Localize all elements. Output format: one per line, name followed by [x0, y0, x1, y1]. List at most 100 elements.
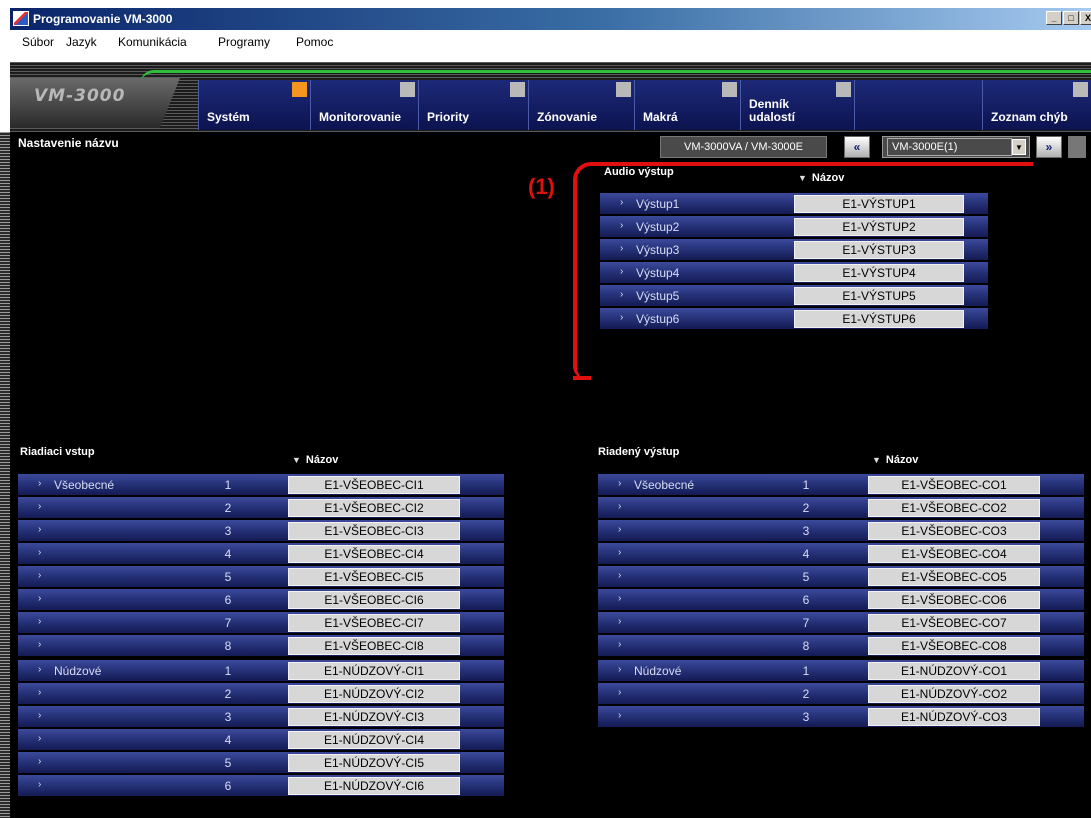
control-input-row[interactable]: › Všeobecné 1 E1-VŠEOBEC-CI1	[18, 474, 504, 495]
name-field[interactable]: E1-VŠEOBEC-CI4	[288, 545, 460, 563]
name-field[interactable]: E1-NÚDZOVÝ-CO2	[868, 685, 1040, 703]
control-output-row[interactable]: › 7 E1-VŠEOBEC-CO7	[598, 612, 1084, 633]
name-field[interactable]: E1-VŠEOBEC-CO1	[868, 476, 1040, 494]
tab-event-log[interactable]: Denník udalostí	[740, 80, 854, 130]
name-field[interactable]: E1-VŠEOBEC-CI6	[288, 591, 460, 609]
control-output-row[interactable]: › 8 E1-VŠEOBEC-CO8	[598, 635, 1084, 656]
control-output-row[interactable]: › 3 E1-VŠEOBEC-CO3	[598, 520, 1084, 541]
control-output-name-header[interactable]: ▼ Názov	[872, 454, 918, 466]
tab-indicator-icon	[836, 82, 851, 97]
name-field[interactable]: E1-VŠEOBEC-CI3	[288, 522, 460, 540]
control-input-row[interactable]: › 4 E1-VŠEOBEC-CI4	[18, 543, 504, 564]
title-bar: Programovanie VM-3000 _ □ X	[10, 8, 1091, 30]
tab-indicator-icon	[722, 82, 737, 97]
control-output-row[interactable]: › 2 E1-VŠEOBEC-CO2	[598, 497, 1084, 518]
row-label: Núdzové	[634, 664, 682, 678]
row-number: 3	[802, 710, 810, 724]
control-output-row[interactable]: › Núdzové 1 E1-NÚDZOVÝ-CO1	[598, 660, 1084, 681]
row-number: 3	[224, 710, 232, 724]
close-button[interactable]: X	[1080, 11, 1091, 25]
name-field[interactable]: E1-VŠEOBEC-CO8	[868, 637, 1040, 655]
tab-system[interactable]: Systém	[198, 80, 310, 130]
control-input-row[interactable]: › 7 E1-VŠEOBEC-CI7	[18, 612, 504, 633]
control-output-row[interactable]: › 6 E1-VŠEOBEC-CO6	[598, 589, 1084, 610]
name-field[interactable]: E1-NÚDZOVÝ-CI4	[288, 731, 460, 749]
chevron-down-icon[interactable]: ▼	[1012, 139, 1026, 155]
name-field[interactable]: E1-NÚDZOVÝ-CI5	[288, 754, 460, 772]
name-field[interactable]: E1-NÚDZOVÝ-CI6	[288, 777, 460, 795]
control-input-row[interactable]: › 8 E1-VŠEOBEC-CI8	[18, 635, 504, 656]
control-input-row[interactable]: › 6 E1-NÚDZOVÝ-CI6	[18, 775, 504, 796]
row-number: 4	[224, 547, 232, 561]
name-field[interactable]: E1-VŠEOBEC-CO2	[868, 499, 1040, 517]
control-input-row[interactable]: › 3 E1-NÚDZOVÝ-CI3	[18, 706, 504, 727]
chevron-right-icon: ›	[38, 664, 42, 675]
row-number: 4	[802, 547, 810, 561]
model-button[interactable]: VM-3000VA / VM-3000E	[660, 136, 827, 158]
chevron-right-icon: ›	[38, 616, 42, 627]
tab-priority[interactable]: Priority	[418, 80, 528, 130]
control-output-row[interactable]: › 3 E1-NÚDZOVÝ-CO3	[598, 706, 1084, 727]
control-output-row[interactable]: › 2 E1-NÚDZOVÝ-CO2	[598, 683, 1084, 704]
row-number: 5	[224, 570, 232, 584]
control-input-row[interactable]: › 6 E1-VŠEOBEC-CI6	[18, 589, 504, 610]
control-input-row[interactable]: › Núdzové 1 E1-NÚDZOVÝ-CI1	[18, 660, 504, 681]
chevron-right-icon: ›	[38, 501, 42, 512]
prev-unit-button[interactable]: «	[844, 136, 870, 158]
control-output-row[interactable]: › 5 E1-VŠEOBEC-CO5	[598, 566, 1084, 587]
menu-programs[interactable]: Programy	[218, 35, 270, 49]
name-field[interactable]: E1-VŠEOBEC-CO5	[868, 568, 1040, 586]
control-input-row[interactable]: › 3 E1-VŠEOBEC-CI3	[18, 520, 504, 541]
menu-communication[interactable]: Komunikácia	[118, 35, 187, 49]
annotation-bracket-bottom	[573, 368, 591, 380]
row-number: 2	[802, 501, 810, 515]
tab-indicator-icon	[1073, 82, 1088, 97]
control-input-row[interactable]: › 5 E1-VŠEOBEC-CI5	[18, 566, 504, 587]
chevron-right-icon: ›	[38, 478, 42, 489]
name-field[interactable]: E1-VŠEOBEC-CI5	[288, 568, 460, 586]
name-field[interactable]: E1-VŠEOBEC-CI7	[288, 614, 460, 632]
row-number: 6	[224, 593, 232, 607]
control-input-row[interactable]: › 2 E1-VŠEOBEC-CI2	[18, 497, 504, 518]
tab-monitoring[interactable]: Monitorovanie	[310, 80, 418, 130]
name-field[interactable]: E1-VŠEOBEC-CO7	[868, 614, 1040, 632]
name-field[interactable]: E1-NÚDZOVÝ-CI2	[288, 685, 460, 703]
row-label: Všeobecné	[634, 478, 695, 492]
name-field[interactable]: E1-NÚDZOVÝ-CO1	[868, 662, 1040, 680]
control-input-row[interactable]: › 5 E1-NÚDZOVÝ-CI5	[18, 752, 504, 773]
control-input-row[interactable]: › 4 E1-NÚDZOVÝ-CI4	[18, 729, 504, 750]
name-field[interactable]: E1-VŠEOBEC-CO3	[868, 522, 1040, 540]
chevron-right-icon: ›	[38, 593, 42, 604]
maximize-button[interactable]: □	[1063, 11, 1079, 25]
control-output-row[interactable]: › Všeobecné 1 E1-VŠEOBEC-CO1	[598, 474, 1084, 495]
tab-indicator-icon	[400, 82, 415, 97]
tab-indicator-icon	[292, 82, 307, 97]
unit-select[interactable]: VM-3000E(1) ▼	[882, 136, 1030, 158]
name-field[interactable]: E1-VŠEOBEC-CI8	[288, 637, 460, 655]
name-field[interactable]: E1-VŠEOBEC-CI1	[288, 476, 460, 494]
chevron-right-icon: ›	[38, 524, 42, 535]
control-input-name-header[interactable]: ▼ Názov	[292, 454, 338, 466]
menu-file[interactable]: Súbor	[22, 35, 54, 49]
menu-help[interactable]: Pomoc	[296, 35, 333, 49]
tab-blank[interactable]	[854, 80, 982, 130]
control-output-row[interactable]: › 4 E1-VŠEOBEC-CO4	[598, 543, 1084, 564]
name-field[interactable]: E1-VŠEOBEC-CO6	[868, 591, 1040, 609]
minimize-button[interactable]: _	[1046, 11, 1062, 25]
name-field[interactable]: E1-NÚDZOVÝ-CI3	[288, 708, 460, 726]
tab-zoning[interactable]: Zónovanie	[528, 80, 634, 130]
row-label: Núdzové	[54, 664, 102, 678]
control-input-row[interactable]: › 2 E1-NÚDZOVÝ-CI2	[18, 683, 504, 704]
tab-macros[interactable]: Makrá	[634, 80, 740, 130]
name-field[interactable]: E1-NÚDZOVÝ-CO3	[868, 708, 1040, 726]
chevron-right-icon: ›	[618, 616, 622, 627]
tab-error-list[interactable]: Zoznam chýb	[982, 80, 1091, 130]
name-field[interactable]: E1-VŠEOBEC-CI2	[288, 499, 460, 517]
next-unit-button[interactable]: »	[1036, 136, 1062, 158]
menu-language[interactable]: Jazyk	[66, 35, 97, 49]
name-field[interactable]: E1-NÚDZOVÝ-CI1	[288, 662, 460, 680]
page-title: Nastavenie názvu	[18, 136, 119, 150]
name-field[interactable]: E1-VŠEOBEC-CO4	[868, 545, 1040, 563]
chevron-right-icon: ›	[38, 756, 42, 767]
window-title: Programovanie VM-3000	[33, 12, 173, 26]
